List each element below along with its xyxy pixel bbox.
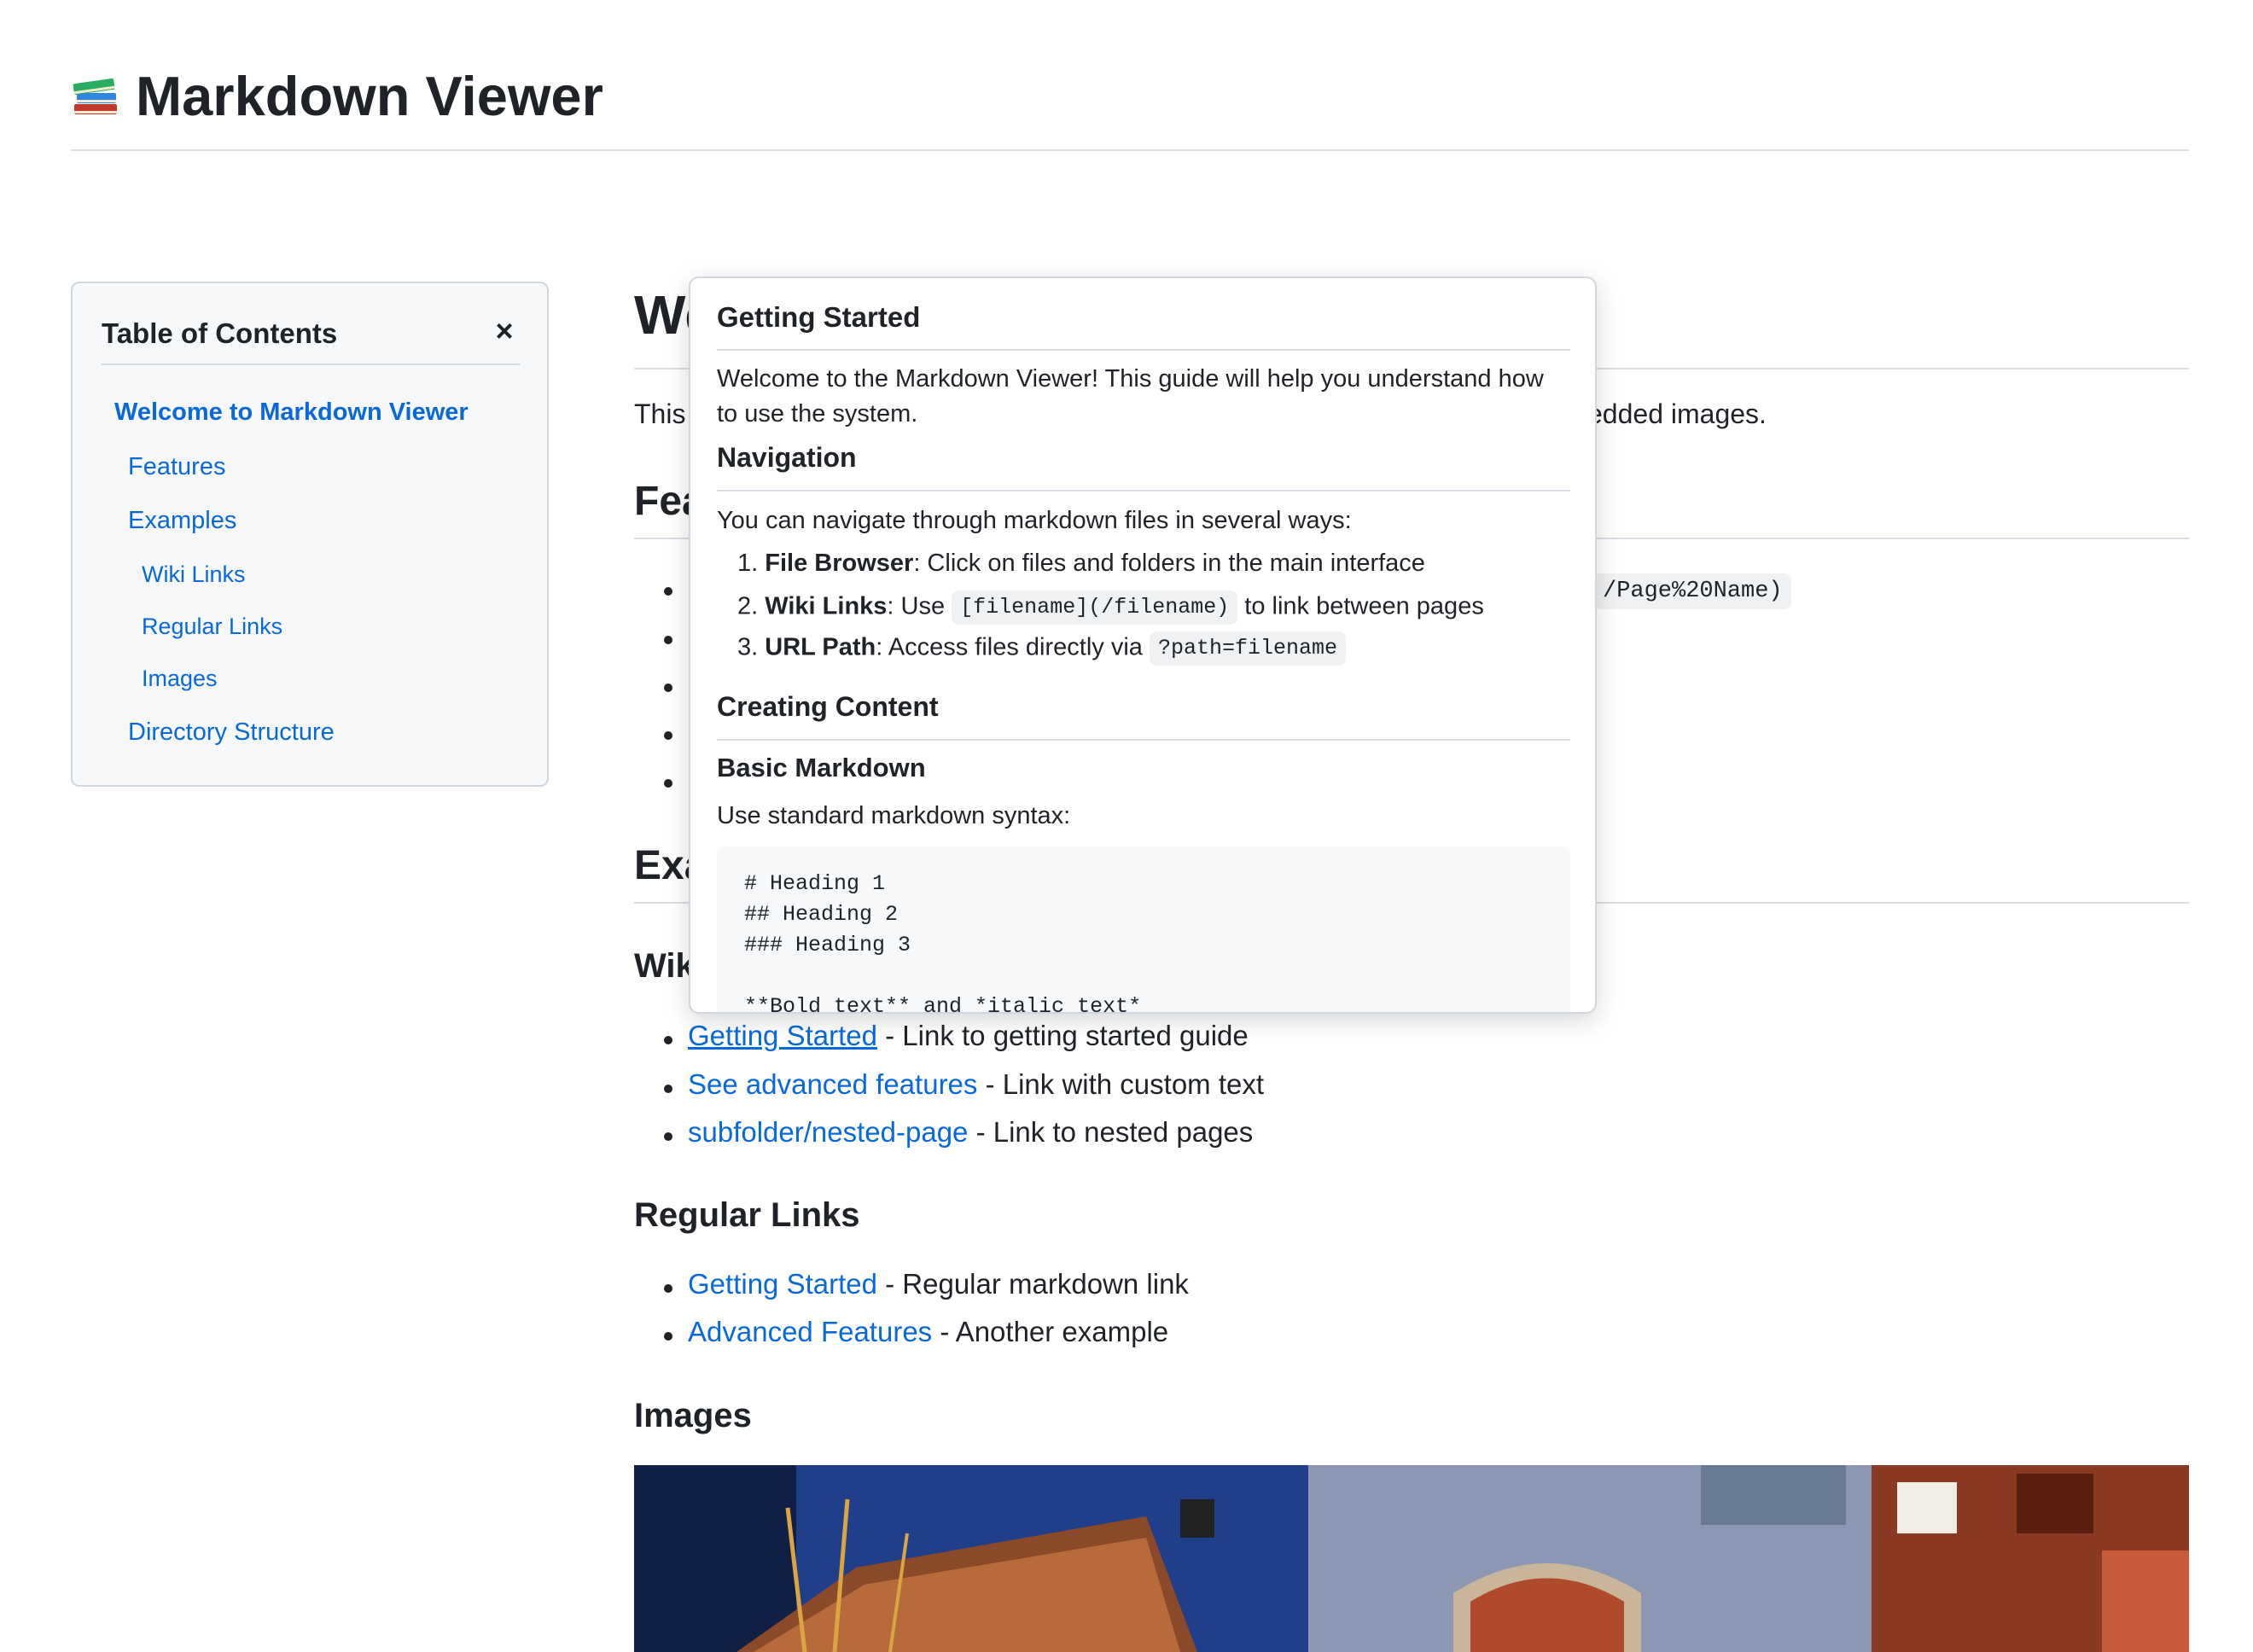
list-item-text: : Access files directly via: [876, 633, 1150, 661]
regular-link-getting-started[interactable]: Getting Started: [688, 1268, 877, 1300]
list-bullet: [664, 1132, 672, 1141]
preview-title: Getting Started: [717, 301, 1570, 351]
wiki-link-nested-page[interactable]: subfolder/nested-page: [688, 1116, 968, 1148]
link-description: - Link with custom text: [977, 1068, 1265, 1100]
list-number: 2.: [737, 592, 759, 620]
list-number: 1.: [737, 550, 759, 577]
wiki-link-getting-started[interactable]: Getting Started: [688, 1020, 877, 1051]
list-item-text: to link between pages: [1237, 592, 1484, 620]
regular-link-advanced-features[interactable]: Advanced Features: [688, 1316, 932, 1347]
list-number: 3.: [737, 633, 759, 661]
preview-intro-line: Welcome to the Markdown Viewer! This gui…: [717, 365, 1544, 393]
preview-navigation-intro: You can navigate through markdown files …: [717, 507, 1352, 534]
list-item-text: : Click on files and folders in the main…: [913, 550, 1425, 577]
inline-code: ?path=filename: [1149, 631, 1346, 666]
preview-list-item: 2. Wiki Links: Use [filename](/filename)…: [737, 590, 1484, 625]
feature-bullet: [664, 731, 672, 740]
code-line: ### Heading 3: [744, 933, 911, 957]
list-bullet: [664, 1036, 672, 1044]
features-inline-code: /Page%20Name): [1594, 573, 1791, 609]
list-bullet: [664, 1332, 672, 1341]
preview-creating-heading: Creating Content: [717, 691, 1570, 741]
link-description: - Another example: [932, 1316, 1169, 1347]
preview-basic-text: Use standard markdown syntax:: [717, 802, 1071, 829]
preview-code-block: # Heading 1 ## Heading 2 ### Heading 3 **Bo…: [717, 846, 1570, 1014]
list-item: Getting Started - Link to getting starte…: [688, 1020, 1249, 1052]
embedded-photo: [634, 1465, 2189, 1652]
list-item: See advanced features - Link with custom…: [688, 1068, 1264, 1101]
inline-code: [filename](/filename): [952, 590, 1238, 625]
preview-intro: Welcome to the Markdown Viewer! This gui…: [717, 362, 1579, 432]
list-bullet: [664, 1284, 672, 1293]
preview-intro-line: to use the system.: [717, 400, 918, 428]
list-item: Getting Started - Regular markdown link: [688, 1268, 1189, 1300]
list-item-term: File Browser: [765, 550, 914, 577]
list-item: Advanced Features - Another example: [688, 1316, 1168, 1348]
feature-bullet: [664, 779, 672, 788]
preview-list-item: 3. URL Path: Access files directly via ?…: [737, 631, 1346, 666]
intro-paragraph-end: edded images.: [1587, 398, 1767, 429]
intro-paragraph-start: This: [634, 398, 686, 429]
list-item: subfolder/nested-page - Link to nested p…: [688, 1116, 1253, 1149]
list-item-text: : Use: [887, 592, 952, 620]
images-heading: Images: [634, 1397, 752, 1434]
list-item-term: URL Path: [765, 633, 876, 661]
list-bullet: [664, 1085, 672, 1093]
link-description: - Link to nested pages: [968, 1116, 1254, 1148]
link-preview-popup: Getting Started Welcome to the Markdown …: [689, 276, 1597, 1014]
wiki-links-heading: Wik: [634, 947, 695, 985]
code-line: ## Heading 2: [744, 902, 899, 927]
feature-bullet: [664, 683, 672, 692]
preview-list-item: 1. File Browser: Click on files and fold…: [737, 550, 1425, 578]
code-line: # Heading 1: [744, 871, 886, 896]
preview-basic-heading: Basic Markdown: [717, 753, 926, 782]
feature-bullet: [664, 587, 672, 596]
feature-bullet: [664, 636, 672, 644]
regular-links-heading: Regular Links: [634, 1196, 860, 1234]
link-description: - Link to getting started guide: [876, 1020, 1249, 1051]
list-item-term: Wiki Links: [765, 592, 888, 620]
preview-navigation-heading: Navigation: [717, 442, 1570, 492]
code-line: **Bold text** and *italic text*: [744, 994, 1142, 1014]
wiki-link-advanced-features[interactable]: See advanced features: [688, 1068, 977, 1100]
link-description: - Regular markdown link: [876, 1268, 1189, 1300]
